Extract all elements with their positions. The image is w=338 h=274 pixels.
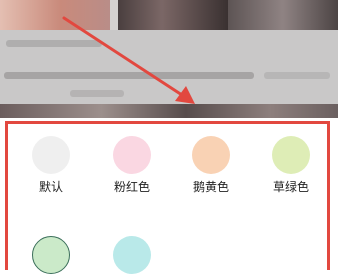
color-swatch-grass-green[interactable]: [272, 136, 310, 174]
color-swatch-pink[interactable]: [113, 136, 151, 174]
color-label-goose-yellow: 鹅黄色: [192, 180, 229, 194]
color-label-default: 默认: [38, 180, 63, 194]
color-swatch-goose-yellow[interactable]: [192, 136, 230, 174]
color-swatch-light-green[interactable]: [32, 236, 70, 274]
color-label-grass-green: 草绿色: [272, 180, 309, 194]
color-swatch-light-cyan[interactable]: [113, 236, 151, 274]
color-label-pink: 粉红色: [113, 180, 150, 194]
color-swatch-default[interactable]: [32, 136, 70, 174]
color-palette-panel: 默认 粉红色 鹅黄色 草绿色: [5, 121, 330, 274]
